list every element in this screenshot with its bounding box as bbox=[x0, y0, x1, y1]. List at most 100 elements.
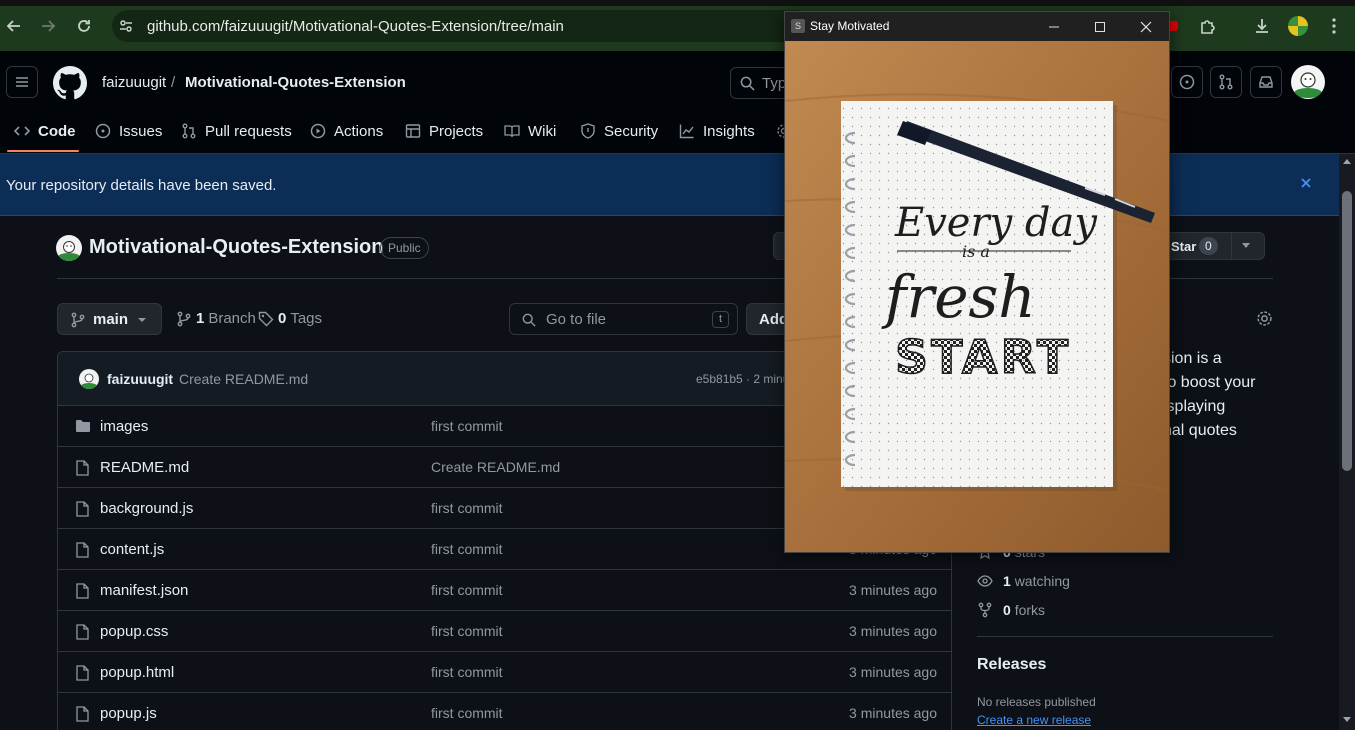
tab-actions[interactable]: Actions bbox=[310, 121, 383, 141]
pull-requests-button[interactable] bbox=[1210, 66, 1242, 98]
sidebar-divider bbox=[977, 636, 1273, 637]
create-release-link[interactable]: Create a new release bbox=[977, 713, 1091, 727]
keyboard-shortcut-hint: t bbox=[712, 311, 729, 328]
tab-insights[interactable]: Insights bbox=[679, 121, 755, 141]
tab-security[interactable]: Security bbox=[580, 121, 658, 141]
about-text-line: isplaying bbox=[1163, 398, 1226, 415]
flash-close-button[interactable] bbox=[1298, 175, 1314, 191]
star-button-label[interactable]: Star bbox=[1171, 239, 1196, 254]
inbox-button[interactable] bbox=[1250, 66, 1282, 98]
file-commit-time: 3 minutes ago bbox=[849, 623, 937, 639]
browser-menu-icon[interactable] bbox=[1322, 14, 1346, 38]
popup-titlebar[interactable]: S Stay Motivated bbox=[785, 12, 1169, 41]
pull-request-icon bbox=[1219, 74, 1233, 90]
inbox-icon bbox=[1259, 76, 1273, 88]
about-text-line: to boost your bbox=[1163, 374, 1256, 391]
file-name[interactable]: background.js bbox=[100, 500, 193, 517]
commit-author-avatar[interactable] bbox=[79, 369, 99, 389]
back-arrow-icon bbox=[6, 20, 20, 32]
forward-arrow-icon bbox=[42, 20, 56, 32]
go-to-file-input[interactable]: Go to file t bbox=[509, 303, 738, 335]
watching-stat[interactable]: 1 watching bbox=[977, 571, 1070, 591]
releases-heading[interactable]: Releases bbox=[977, 656, 1046, 674]
table-row[interactable]: popup.css first commit 3 minutes ago bbox=[58, 611, 951, 652]
tab-strip bbox=[0, 0, 1355, 6]
tab-projects[interactable]: Projects bbox=[405, 121, 483, 141]
issues-button[interactable] bbox=[1171, 66, 1203, 98]
file-name[interactable]: manifest.json bbox=[100, 582, 188, 599]
minimize-button[interactable] bbox=[1045, 18, 1063, 36]
forward-button[interactable] bbox=[36, 14, 60, 38]
file-commit-message[interactable]: first commit bbox=[431, 582, 503, 598]
page-scrollbar[interactable] bbox=[1339, 154, 1355, 730]
table-row[interactable]: popup.html first commit 3 minutes ago bbox=[58, 652, 951, 693]
chevron-down-icon[interactable] bbox=[1241, 242, 1251, 250]
table-row[interactable]: popup.js first commit 3 minutes ago bbox=[58, 693, 951, 730]
watching-label: watching bbox=[1014, 573, 1070, 589]
file-icon bbox=[75, 460, 89, 476]
commit-message[interactable]: Create README.md bbox=[179, 371, 308, 387]
repo-title[interactable]: Motivational-Quotes-Extension bbox=[89, 236, 383, 259]
star-count-badge: 0 bbox=[1199, 237, 1218, 255]
file-commit-message[interactable]: first commit bbox=[431, 500, 503, 516]
visibility-badge: Public bbox=[380, 237, 429, 259]
search-input[interactable]: Typ bbox=[730, 67, 790, 99]
file-name[interactable]: popup.css bbox=[100, 623, 168, 640]
file-commit-message[interactable]: first commit bbox=[431, 418, 503, 434]
extensions-puzzle-icon[interactable] bbox=[1196, 14, 1220, 38]
branch-selector[interactable]: main bbox=[57, 303, 162, 335]
eye-icon bbox=[977, 575, 993, 587]
download-icon[interactable] bbox=[1250, 14, 1274, 38]
table-row[interactable]: manifest.json first commit 3 minutes ago bbox=[58, 570, 951, 611]
tab-code[interactable]: Code bbox=[14, 121, 76, 141]
reload-button[interactable] bbox=[72, 14, 96, 38]
file-commit-message[interactable]: first commit bbox=[431, 664, 503, 680]
branches-link[interactable]: 1 Branch bbox=[176, 310, 256, 327]
close-window-button[interactable] bbox=[1137, 18, 1155, 36]
forks-stat[interactable]: 0 forks bbox=[977, 600, 1045, 620]
tags-link[interactable]: 0 Tags bbox=[258, 310, 322, 327]
hamburger-menu-button[interactable] bbox=[6, 66, 38, 98]
file-name[interactable]: popup.html bbox=[100, 664, 174, 681]
tab-projects-label: Projects bbox=[429, 122, 484, 140]
breadcrumb-repo[interactable]: Motivational-Quotes-Extension bbox=[185, 74, 406, 91]
quote-line-3: fresh bbox=[881, 263, 1036, 331]
file-name[interactable]: README.md bbox=[100, 459, 189, 476]
file-commit-message[interactable]: first commit bbox=[431, 705, 503, 721]
book-icon bbox=[504, 125, 520, 138]
code-icon bbox=[14, 126, 30, 136]
github-logo-icon[interactable] bbox=[53, 66, 87, 100]
file-commit-message[interactable]: first commit bbox=[431, 541, 503, 557]
file-name[interactable]: images bbox=[100, 418, 148, 435]
button-divider bbox=[1231, 233, 1232, 259]
tab-pull-requests[interactable]: Pull requests bbox=[181, 121, 292, 141]
branch-icon bbox=[71, 312, 85, 328]
tag-count: 0 bbox=[278, 310, 287, 327]
commit-author[interactable]: faizuuugit bbox=[107, 371, 173, 387]
tab-issues-label: Issues bbox=[119, 122, 163, 140]
maximize-button[interactable] bbox=[1091, 18, 1109, 36]
quote-line-4: START bbox=[895, 330, 1071, 384]
profile-avatar[interactable] bbox=[1286, 14, 1310, 38]
breadcrumb-owner[interactable]: faizuuugit bbox=[102, 74, 166, 91]
motivational-quote-image: Every day is a fresh START bbox=[785, 41, 1169, 552]
file-commit-message[interactable]: Create README.md bbox=[431, 459, 560, 475]
site-info-icon[interactable] bbox=[118, 18, 134, 34]
tab-wiki[interactable]: Wiki bbox=[504, 121, 556, 141]
tag-icon bbox=[258, 311, 274, 326]
back-button[interactable] bbox=[2, 14, 26, 38]
address-bar[interactable]: github.com/faizuuugit/Motivational-Quote… bbox=[112, 10, 812, 42]
scrollbar-thumb[interactable] bbox=[1342, 191, 1352, 471]
tab-pull-requests-label: Pull requests bbox=[205, 122, 292, 140]
file-name[interactable]: popup.js bbox=[100, 705, 157, 722]
file-commit-message[interactable]: first commit bbox=[431, 623, 503, 639]
commit-hash-time[interactable]: e5b81b5 · 2 minu bbox=[696, 372, 789, 386]
tab-wiki-label: Wiki bbox=[528, 122, 557, 140]
tab-issues[interactable]: Issues bbox=[95, 121, 162, 141]
file-icon bbox=[75, 624, 89, 640]
repo-owner-avatar bbox=[56, 235, 82, 261]
user-avatar[interactable] bbox=[1291, 65, 1325, 99]
about-settings-gear-icon[interactable] bbox=[1256, 310, 1273, 327]
file-name[interactable]: content.js bbox=[100, 541, 164, 558]
quote-line-2: is a bbox=[962, 242, 990, 261]
